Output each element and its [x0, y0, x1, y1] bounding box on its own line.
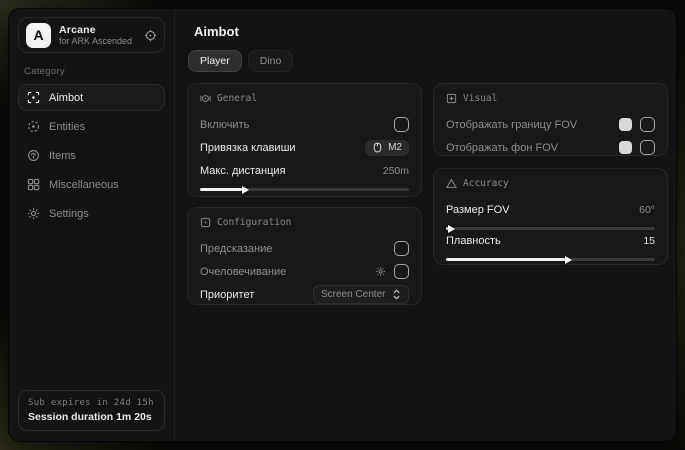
keybind-button[interactable]: M2	[365, 140, 409, 156]
configuration-card: Configuration Предсказание Очеловечивани…	[187, 207, 422, 305]
sub-expires-text: Sub expires in 24d 15h	[28, 398, 155, 408]
card-title: Accuracy	[463, 178, 509, 189]
fov-border-color-swatch[interactable]	[619, 118, 632, 131]
priority-value: Screen Center	[321, 289, 385, 300]
humanize-row: Очеловечивание	[200, 261, 409, 282]
fov-bg-color-swatch[interactable]	[619, 141, 632, 154]
sidebar-item-label: Settings	[49, 208, 89, 220]
visual-card-header: Visual	[446, 93, 655, 104]
keybind-row: Привязка клавиши M2	[200, 137, 409, 158]
prediction-checkbox[interactable]	[394, 241, 409, 256]
fov-border-label: Отображать границу FOV	[446, 119, 619, 131]
chevron-up-down-icon	[392, 289, 401, 300]
max-distance-row: Макс. дистанция 250m	[200, 160, 409, 181]
page-title: Aimbot	[194, 24, 239, 39]
fov-size-label: Размер FOV	[446, 204, 639, 216]
slider-track	[446, 227, 655, 230]
max-distance-label: Макс. дистанция	[200, 165, 383, 177]
priority-row: Приоритет Screen Center	[200, 284, 409, 305]
main-content: Aimbot Player Dino General Включить	[175, 9, 676, 441]
max-distance-value: 250m	[383, 165, 409, 177]
item-icon	[27, 149, 40, 162]
sidebar-item-settings[interactable]: Settings	[18, 200, 165, 227]
smoothness-value: 15	[643, 235, 655, 247]
enable-row: Включить	[200, 114, 409, 135]
priority-dropdown[interactable]: Screen Center	[313, 285, 409, 304]
slider-fill	[200, 188, 244, 191]
humanize-checkbox[interactable]	[394, 264, 409, 279]
tab-player[interactable]: Player	[188, 50, 242, 72]
card-title: Configuration	[217, 217, 291, 228]
locate-icon[interactable]	[144, 29, 157, 42]
slider-thumb[interactable]	[565, 256, 572, 264]
fov-size-value: 60°	[639, 204, 655, 216]
configuration-card-header: Configuration	[200, 217, 409, 228]
sidebar-item-aimbot[interactable]: Aimbot	[18, 84, 165, 111]
humanize-label: Очеловечивание	[200, 266, 375, 278]
app-logo: A	[26, 23, 51, 48]
smoothness-row: Плавность 15	[446, 230, 655, 251]
fov-size-row: Размер FOV 60°	[446, 199, 655, 220]
visual-card: Visual Отображать границу FOV Отображать…	[433, 83, 668, 156]
sidebar-item-label: Aimbot	[49, 92, 83, 104]
gear-icon	[27, 207, 40, 220]
session-info-box: Sub expires in 24d 15h Session duration …	[18, 390, 165, 431]
triangle-icon	[446, 178, 457, 189]
crosshair-icon	[27, 91, 40, 104]
enable-label: Включить	[200, 119, 394, 131]
sidebar-item-miscellaneous[interactable]: Miscellaneous	[18, 171, 165, 198]
tab-bar: Player Dino	[188, 50, 293, 72]
slider-thumb[interactable]	[448, 225, 455, 233]
sidebar-item-label: Items	[49, 150, 76, 162]
card-title: General	[217, 93, 257, 104]
keybind-value: M2	[388, 142, 402, 153]
sliders-icon	[200, 217, 211, 228]
session-duration-text: Session duration 1m 20s	[28, 411, 155, 423]
fov-bg-label: Отображать фон FOV	[446, 142, 619, 154]
sidebar-item-items[interactable]: Items	[18, 142, 165, 169]
slider-thumb[interactable]	[242, 186, 249, 194]
general-card-header: General	[200, 93, 409, 104]
accuracy-card: Accuracy Размер FOV 60° Плавность 15	[433, 168, 668, 265]
target-dot-icon	[200, 93, 211, 104]
keybind-label: Привязка клавиши	[200, 142, 365, 154]
brand-card: A Arcane for ARK Ascended	[18, 17, 165, 53]
fov-bg-checkbox[interactable]	[640, 140, 655, 155]
sidebar-item-label: Miscellaneous	[49, 179, 119, 191]
smoothness-label: Плавность	[446, 235, 643, 247]
prediction-row: Предсказание	[200, 238, 409, 259]
fov-border-row: Отображать границу FOV	[446, 114, 655, 135]
accuracy-card-header: Accuracy	[446, 178, 655, 189]
sidebar-item-entities[interactable]: Entities	[18, 113, 165, 140]
slider-fill	[446, 258, 567, 261]
scan-icon	[27, 120, 40, 133]
humanize-settings-icon[interactable]	[375, 266, 386, 277]
sidebar: A Arcane for ARK Ascended Category	[9, 9, 175, 441]
frame-plus-icon	[446, 93, 457, 104]
enable-checkbox[interactable]	[394, 117, 409, 132]
category-label: Category	[24, 66, 165, 77]
mouse-icon	[372, 142, 383, 153]
prediction-label: Предсказание	[200, 243, 394, 255]
max-distance-slider[interactable]	[200, 185, 409, 186]
general-card: General Включить Привязка клавиши M2	[187, 83, 422, 197]
fov-bg-row: Отображать фон FOV	[446, 137, 655, 158]
app-name: Arcane	[59, 24, 136, 36]
tab-dino[interactable]: Dino	[248, 50, 294, 72]
sidebar-item-label: Entities	[49, 121, 85, 133]
priority-label: Приоритет	[200, 289, 313, 301]
fov-border-checkbox[interactable]	[640, 117, 655, 132]
app-subtitle: for ARK Ascended	[59, 36, 136, 46]
grid-icon	[27, 178, 40, 191]
sidebar-nav: Aimbot Entities Items	[18, 84, 165, 227]
card-title: Visual	[463, 93, 497, 104]
app-window: A Arcane for ARK Ascended Category	[8, 8, 677, 442]
brand-text: Arcane for ARK Ascended	[59, 24, 136, 46]
